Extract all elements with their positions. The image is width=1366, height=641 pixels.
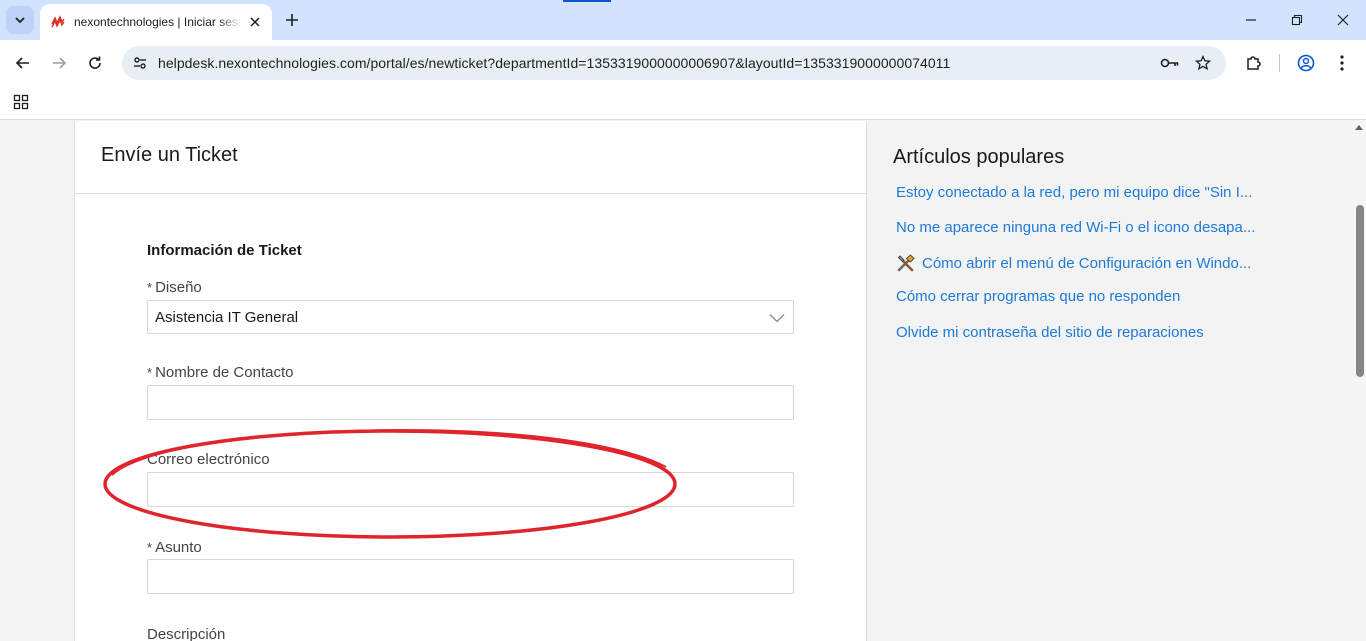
tune-icon (134, 57, 146, 69)
browser-menu-button[interactable] (1328, 49, 1356, 77)
minimize-button[interactable] (1235, 4, 1267, 36)
description-label-text: Descripción (147, 626, 226, 641)
section-title: Información de Ticket (147, 242, 302, 259)
puzzle-icon (1247, 56, 1261, 70)
toolbar-divider (1279, 54, 1280, 72)
close-icon (250, 17, 260, 27)
subject-label: * Asunto (147, 539, 202, 556)
bookmarks-bar (0, 86, 1366, 120)
chevron-down-icon (769, 311, 785, 325)
extensions-button[interactable] (1240, 49, 1268, 77)
restore-icon (1291, 14, 1303, 26)
star-icon (1195, 55, 1211, 71)
new-tab-button[interactable] (280, 8, 304, 32)
kebab-icon (1340, 55, 1344, 71)
article-link[interactable]: Olvide mi contraseña del sitio de repara… (896, 324, 1204, 341)
close-window-button[interactable] (1327, 4, 1359, 36)
tab-group-indicator (563, 0, 611, 2)
close-icon (1337, 14, 1349, 26)
tab-strip: nexontechnologies | Iniciar sesión (0, 0, 1366, 40)
tab-title: nexontechnologies | Iniciar sesión (74, 15, 242, 29)
article-link[interactable]: No me aparece ninguna red Wi-Fi o el ico… (896, 219, 1255, 236)
contact-name-label: * Nombre de Contacto (147, 364, 293, 381)
bookmark-button[interactable] (1191, 51, 1215, 75)
email-input[interactable] (147, 472, 794, 507)
plus-icon (286, 14, 298, 26)
site-info-button[interactable] (128, 51, 152, 75)
description-label: Descripción (147, 626, 225, 641)
email-label: Correo electrónico (147, 451, 270, 468)
arrow-left-icon (15, 57, 29, 69)
restore-button[interactable] (1281, 4, 1313, 36)
page-content: Envíe un Ticket Información de Ticket * D… (0, 121, 1366, 641)
card-header: Envíe un Ticket (75, 121, 866, 194)
email-label-text: Correo electrónico (147, 451, 270, 468)
browser-toolbar: helpdesk.nexontechnologies.com/portal/es… (0, 40, 1366, 86)
url-text: helpdesk.nexontechnologies.com/portal/es… (158, 55, 951, 71)
forward-button[interactable] (45, 49, 73, 77)
required-mark: * (147, 365, 153, 380)
tab-close-button[interactable] (246, 13, 264, 31)
minimize-icon (1246, 19, 1256, 21)
tools-icon (896, 253, 916, 273)
article-link[interactable]: Cómo cerrar programas que no responden (896, 288, 1180, 305)
page-title: Envíe un Ticket (101, 144, 238, 166)
required-mark: * (147, 280, 153, 295)
person-icon (1297, 54, 1315, 72)
scroll-up-arrow-icon[interactable] (1355, 125, 1363, 130)
scrollbar-thumb[interactable] (1356, 205, 1364, 377)
address-bar[interactable]: helpdesk.nexontechnologies.com/portal/es… (122, 46, 1226, 80)
required-mark: * (147, 540, 153, 555)
layout-select-value: Asistencia IT General (155, 309, 299, 326)
password-manager-button[interactable] (1158, 51, 1182, 75)
key-icon (1160, 58, 1179, 68)
arrow-right-icon (53, 57, 67, 69)
layout-select[interactable]: Asistencia IT General (147, 300, 794, 334)
article-link[interactable]: Cómo abrir el menú de Configuración en W… (896, 253, 1251, 273)
popular-articles-title: Artículos populares (893, 146, 1065, 168)
apps-grid-icon (13, 94, 29, 110)
profile-button[interactable] (1292, 49, 1320, 77)
popular-articles-panel: Artículos populares Estoy conectado a la… (867, 121, 1353, 641)
reload-icon (89, 56, 101, 69)
subject-input[interactable] (147, 559, 794, 594)
reload-button[interactable] (81, 49, 109, 77)
site-favicon-icon (50, 14, 66, 30)
chevron-down-icon (15, 17, 25, 24)
contact-name-label-text: Nombre de Contacto (155, 364, 294, 381)
ticket-form-card: Envíe un Ticket Información de Ticket * D… (74, 121, 867, 641)
article-link[interactable]: Estoy conectado a la red, pero mi equipo… (896, 184, 1252, 201)
layout-label: * Diseño (147, 279, 202, 296)
contact-name-input[interactable] (147, 385, 794, 420)
page-scrollbar[interactable] (1353, 121, 1366, 641)
active-tab[interactable]: nexontechnologies | Iniciar sesión (40, 4, 272, 40)
back-button[interactable] (9, 49, 37, 77)
subject-label-text: Asunto (155, 539, 202, 556)
tab-search-button[interactable] (6, 6, 34, 34)
apps-button[interactable] (12, 93, 30, 111)
layout-label-text: Diseño (155, 279, 202, 296)
